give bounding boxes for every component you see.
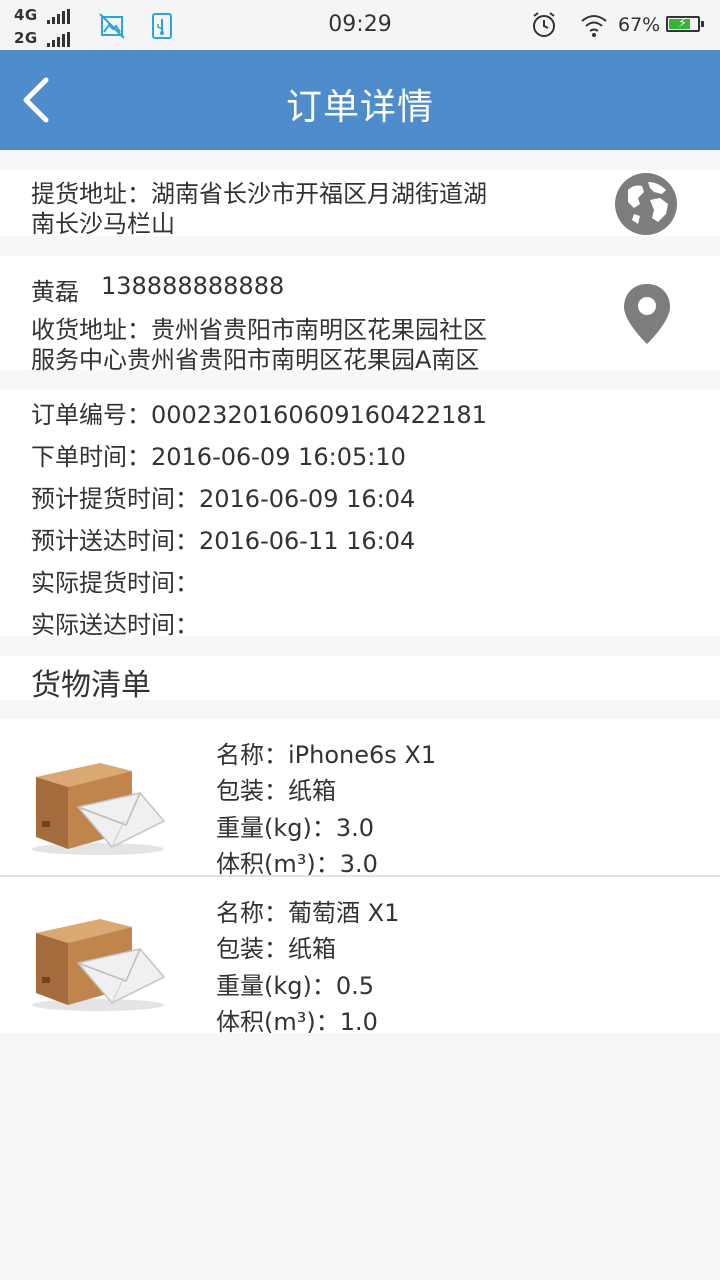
estimated-pickup-time: 预计提货时间：2016-06-09 16:04 bbox=[31, 485, 416, 513]
goods-weight: 重量(kg)：0.5 bbox=[216, 972, 375, 1000]
receiver-address-line2: 服务中心贵州省贵阳市南明区花果园A南区 bbox=[31, 346, 480, 374]
goods-weight: 重量(kg)：3.0 bbox=[216, 814, 375, 842]
package-icon bbox=[32, 763, 166, 855]
location-pin-icon[interactable] bbox=[622, 282, 672, 346]
goods-name: 名称：葡萄酒 X1 bbox=[216, 899, 400, 927]
battery-percent: 67% bbox=[618, 14, 661, 36]
page-title: 订单详情 bbox=[285, 87, 434, 128]
goods-list-title: 货物清单 bbox=[31, 668, 151, 703]
receiver-phone: 138888888888 bbox=[101, 272, 285, 300]
receiver-section: 黄磊 138888888888 收货地址：贵州省贵阳市南明区花果园社区 服务中心… bbox=[0, 256, 720, 374]
pickup-address-line2: 南长沙马栏山 bbox=[31, 210, 175, 238]
alarm-icon bbox=[533, 12, 555, 37]
order-info-section: 订单编号：0002320160609160422181 下单时间：2016-06… bbox=[0, 390, 720, 639]
app-bar: 订单详情 bbox=[0, 50, 720, 150]
goods-volume: 体积(m³)：1.0 bbox=[216, 1008, 378, 1036]
goods-packaging: 包装：纸箱 bbox=[216, 777, 336, 805]
wifi-icon bbox=[581, 15, 607, 37]
order-created-time: 下单时间：2016-06-09 16:05:10 bbox=[31, 443, 406, 471]
package-icon bbox=[32, 919, 166, 1011]
actual-delivery-time: 实际送达时间： bbox=[31, 611, 199, 639]
globe-icon[interactable] bbox=[614, 172, 678, 236]
goods-item[interactable]: 名称：iPhone6s X1 包装：纸箱 重量(kg)：3.0 体积(m³)：3… bbox=[0, 719, 720, 878]
goods-name: 名称：iPhone6s X1 bbox=[216, 741, 437, 769]
goods-list-header: 货物清单 bbox=[0, 656, 720, 703]
battery-icon: ⚡ bbox=[666, 16, 704, 32]
order-number: 订单编号：0002320160609160422181 bbox=[31, 401, 487, 429]
pickup-section: 提货地址：湖南省长沙市开福区月湖街道湖 南长沙马栏山 bbox=[0, 170, 720, 238]
estimated-delivery-time: 预计送达时间：2016-06-11 16:04 bbox=[31, 527, 416, 555]
status-time: 09:29 bbox=[328, 12, 392, 37]
goods-packaging: 包装：纸箱 bbox=[216, 935, 336, 963]
goods-volume: 体积(m³)：3.0 bbox=[216, 850, 378, 878]
status-bar: 4G 2G 09:29 67% ⚡ bbox=[0, 0, 720, 50]
receiver-name: 黄磊 bbox=[31, 278, 79, 306]
goods-item[interactable]: 名称：葡萄酒 X1 包装：纸箱 重量(kg)：0.5 体积(m³)：1.0 bbox=[0, 877, 720, 1036]
actual-pickup-time: 实际提货时间： bbox=[31, 569, 199, 597]
